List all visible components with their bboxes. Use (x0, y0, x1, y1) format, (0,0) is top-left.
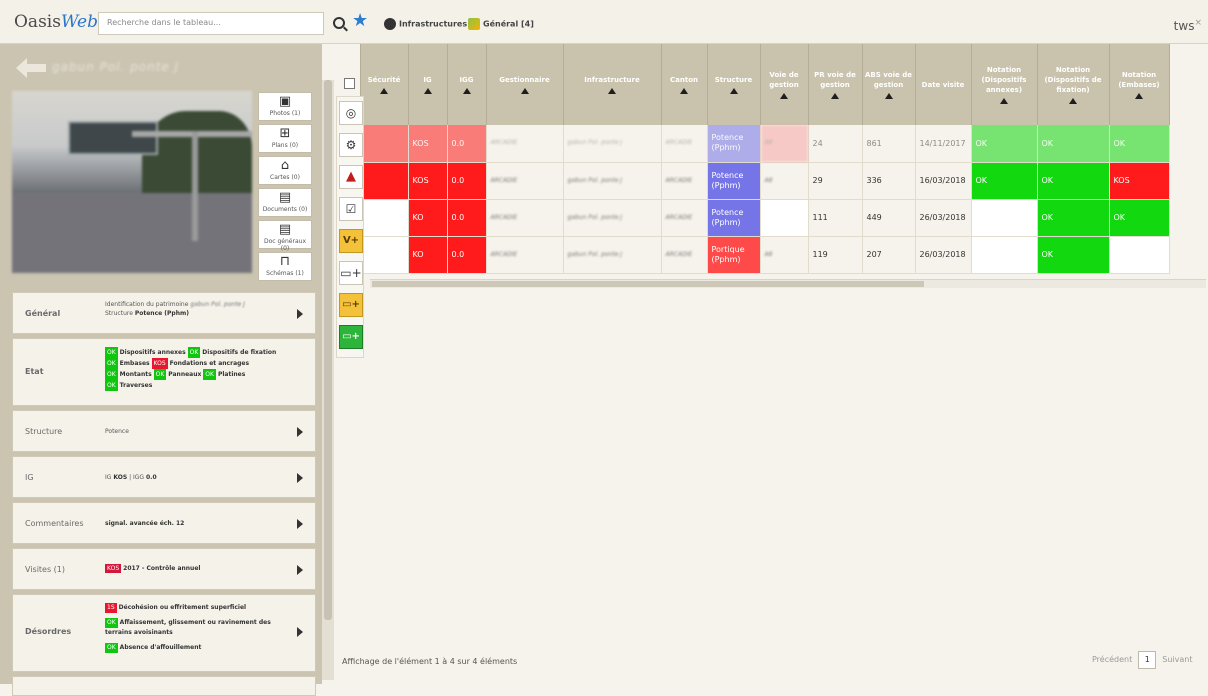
panel-next[interactable] (12, 676, 316, 696)
patrimoine-title: gabun Pol. ponte J (52, 60, 180, 74)
action-toolbar: ◎ ⚙ ▲ ☑ V+ ▭+ ▭+ ▭+ (336, 96, 364, 358)
panel-label: Général (25, 309, 61, 318)
col-header[interactable]: Canton (661, 44, 708, 125)
infrastructure-table: Sécurité IG IGG Gestionnaire Infrastruct… (340, 44, 1170, 274)
breadcrumb-infrastructures[interactable]: Infrastructures (384, 18, 467, 30)
etat-list: OK Dispositifs annexes OK Dispositifs de f… (105, 347, 277, 391)
panel-ig[interactable]: IG IG KOS | IGG 0.0 (12, 456, 316, 498)
schema-icon: ⊓ (279, 254, 291, 269)
panel-label: IG (25, 473, 34, 482)
panel-etat[interactable]: Etat OK Dispositifs annexes OK Dispositifs… (12, 338, 316, 406)
next-page-button[interactable]: Suivant (1162, 655, 1192, 664)
page-1-button[interactable]: 1 (1138, 651, 1157, 669)
scrollbar-thumb[interactable] (324, 80, 332, 620)
search-icon[interactable] (333, 17, 345, 29)
col-header[interactable]: ABS voie de gestion (862, 44, 916, 125)
structure-value: Potence (105, 428, 129, 435)
col-header[interactable]: Notation (Dispositifs annexes) (971, 44, 1038, 125)
top-bar: OasisWeb Recherche dans le tableau... ★ … (0, 0, 1208, 44)
scrollbar-thumb[interactable] (372, 281, 924, 287)
col-header[interactable]: PR voie de gestion (808, 44, 863, 125)
photos-button[interactable]: ▣ Photos (1) (258, 92, 312, 121)
back-arrow-icon[interactable] (16, 58, 46, 78)
panel-general[interactable]: Général Identification du patrimoine gab… (12, 292, 316, 334)
documents-button[interactable]: ▤ Documents (0) (258, 188, 312, 217)
col-header[interactable]: Notation (Embases) (1109, 44, 1170, 125)
table-row[interactable]: KO 0.0 ARCADIE gabun Pol. ponte J ARCADI… (340, 199, 1170, 237)
photo-icon: ▣ (278, 94, 292, 109)
chevron-right-icon[interactable] (297, 519, 303, 529)
globe-settings-icon[interactable]: ⚙ (339, 133, 363, 157)
desordres-list: 1S Décohésion ou effritement superficiel … (105, 603, 271, 653)
map-icon (468, 18, 480, 30)
close-icon[interactable]: × (1194, 18, 1202, 28)
globe-icon[interactable]: ◎ (339, 101, 363, 125)
add-note-icon[interactable]: ▭+ (339, 261, 363, 285)
add-comment-icon[interactable]: ▭+ (339, 293, 363, 317)
ig-value: IG KOS | IGG 0.0 (105, 474, 157, 481)
document-icon: ▤ (278, 190, 292, 205)
add-yellow-icon[interactable]: V+ (339, 229, 363, 253)
table-row[interactable]: KOS 0.0 ARCADIE gabun Pol. ponte J ARCAD… (340, 125, 1170, 163)
table-header: Sécurité IG IGG Gestionnaire Infrastruct… (340, 44, 1170, 125)
col-header[interactable]: Gestionnaire (486, 44, 564, 125)
search-input[interactable]: Recherche dans le tableau... (98, 12, 324, 35)
infrastructure-photo[interactable] (12, 91, 252, 273)
panel-label: Structure (25, 427, 63, 436)
plans-button[interactable]: ⊞ Plans (0) (258, 124, 312, 153)
add-green-icon[interactable]: ▭+ (339, 325, 363, 349)
panel-label: Visites (1) (25, 565, 66, 574)
cartes-button[interactable]: ⌂ Cartes (0) (258, 156, 312, 185)
prev-page-button[interactable]: Précédent (1092, 655, 1132, 664)
horizontal-scrollbar[interactable] (370, 279, 1206, 288)
chevron-right-icon[interactable] (297, 309, 303, 319)
table-info: Affichage de l'élément 1 à 4 sur 4 éléme… (342, 657, 518, 666)
panel-visites[interactable]: Visites (1) KOS 2017 - Contrôle annuel (12, 548, 316, 590)
table-row[interactable]: KOS 0.0 ARCADIE gabun Pol. ponte J ARCAD… (340, 162, 1170, 200)
map-icon: ⌂ (280, 158, 290, 173)
col-header[interactable]: Notation (Dispositifs de fixation) (1037, 44, 1110, 125)
pagination: Précédent 1 Suivant (1092, 651, 1192, 669)
col-header[interactable]: Sécurité (360, 44, 409, 125)
left-scrollbar[interactable] (322, 80, 334, 680)
camera-icon (384, 18, 396, 30)
data-grid: Sécurité IG IGG Gestionnaire Infrastruct… (340, 44, 1208, 274)
chevron-right-icon[interactable] (297, 473, 303, 483)
pdf-icon[interactable]: ▲ (339, 165, 363, 189)
user-label[interactable]: tws× (1174, 18, 1202, 33)
panel-general-content: Identification du patrimoine gabun Pol. … (105, 301, 245, 317)
panel-label: Commentaires (25, 519, 84, 528)
panel-structure[interactable]: Structure Potence (12, 410, 316, 452)
col-header[interactable]: Date visite (915, 44, 972, 125)
doc-generaux-button[interactable]: ▤ Doc généraux (0) (258, 220, 312, 252)
panel-label: Etat (25, 367, 44, 376)
col-header[interactable]: IG (408, 44, 448, 125)
col-header[interactable]: IGG (447, 44, 487, 125)
table-row[interactable]: KO 0.0 ARCADIE gabun Pol. ponte J ARCADI… (340, 236, 1170, 274)
col-header[interactable]: Structure (707, 44, 761, 125)
commentaires-value: signal. avancée éch. 12 (105, 520, 185, 527)
star-icon[interactable]: ★ (352, 12, 368, 30)
detail-panel: gabun Pol. ponte J ▣ Photos (1) ⊞ Plans (0… (0, 44, 322, 696)
chevron-right-icon[interactable] (297, 565, 303, 575)
visites-value: KOS 2017 - Contrôle annuel (105, 564, 201, 573)
plan-icon: ⊞ (279, 126, 291, 141)
validate-icon[interactable]: ☑ (339, 197, 363, 221)
breadcrumb-general[interactable]: Général [4] (468, 18, 534, 30)
col-header[interactable]: Infrastructure (563, 44, 662, 125)
document-icon: ▤ (278, 222, 292, 237)
schemas-button[interactable]: ⊓ Schémas (1) (258, 252, 312, 281)
app-logo[interactable]: OasisWeb (14, 12, 98, 32)
panel-desordres[interactable]: Désordres 1S Décohésion ou effritement su… (12, 594, 316, 672)
chevron-right-icon[interactable] (297, 627, 303, 637)
col-header[interactable]: Voie de gestion (760, 44, 809, 125)
panel-commentaires[interactable]: Commentaires signal. avancée éch. 12 (12, 502, 316, 544)
panel-label: Désordres (25, 627, 72, 636)
chevron-right-icon[interactable] (297, 427, 303, 437)
